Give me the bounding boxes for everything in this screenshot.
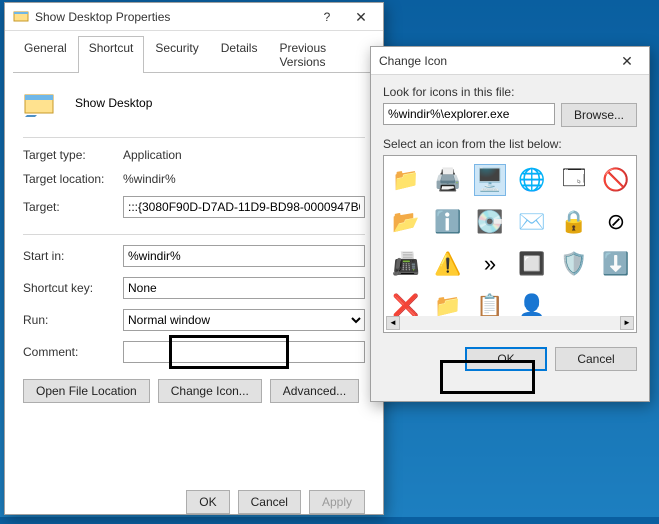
tab-details[interactable]: Details [210,36,269,73]
properties-title: Show Desktop Properties [35,10,170,24]
shortcut-key-input[interactable] [123,277,365,299]
help-icon[interactable]: ? [313,6,341,28]
close-icon[interactable]: ✕ [341,6,381,28]
ok-button[interactable]: OK [186,490,229,514]
window-grid-icon[interactable]: 🔲 [516,248,548,280]
folder-open-icon[interactable]: 📂 [390,206,422,238]
start-in-input[interactable] [123,245,365,267]
target-location-value: %windir% [123,172,176,186]
change-icon-dialog: Change Icon ✕ Look for icons in this fil… [370,46,650,402]
scroll-right-icon[interactable]: ► [620,316,634,330]
target-label: Target: [23,200,123,214]
monitor-icon[interactable]: 🖥️ [474,164,506,196]
block-icon[interactable]: ⊘ [600,206,632,238]
change-icon-button[interactable]: Change Icon... [158,379,262,403]
globe-icon[interactable]: 🌐 [516,164,548,196]
info-icon[interactable]: ℹ️ [432,206,464,238]
scroll-left-icon[interactable]: ◄ [386,316,400,330]
secure-globe-icon[interactable]: 🔒 [558,206,590,238]
run-select[interactable]: Normal window [123,309,365,331]
change-icon-titlebar[interactable]: Change Icon ✕ [371,47,649,75]
download-icon[interactable]: ⬇️ [600,248,632,280]
fax-icon[interactable]: 📠 [390,248,422,280]
shortcut-arrow-icon [13,9,29,25]
cascade-windows-icon[interactable]: 🗔 [558,164,590,196]
fast-forward-icon[interactable]: » [474,248,506,280]
drive-icon[interactable]: 💽 [474,206,506,238]
target-type-value: Application [123,148,182,162]
comment-input[interactable] [123,341,365,363]
properties-tabs: General Shortcut Security Details Previo… [13,35,375,73]
properties-titlebar[interactable]: Show Desktop Properties ? ✕ [5,3,383,31]
select-icon-label: Select an icon from the list below: [383,137,637,151]
browse-button[interactable]: Browse... [561,103,637,127]
no-entry-window-icon[interactable]: 🚫 [600,164,632,196]
app-icon [23,87,55,119]
run-label: Run: [23,313,123,327]
warning-icon[interactable]: ⚠️ [432,248,464,280]
tab-previous-versions[interactable]: Previous Versions [268,36,375,73]
target-type-label: Target type: [23,148,123,162]
icon-path-input[interactable] [383,103,555,125]
mail-icon[interactable]: ✉️ [516,206,548,238]
open-file-location-button[interactable]: Open File Location [23,379,150,403]
printer-help-icon[interactable]: 🖨️ [432,164,464,196]
icon-list[interactable]: 📁🖨️🖥️🌐🗔🚫📂ℹ️💽✉️🔒⊘📠⚠️»🔲🛡️⬇️❌📁📋👤 ◄ ► [383,155,637,333]
tab-general[interactable]: General [13,36,78,73]
advanced-button[interactable]: Advanced... [270,379,359,403]
cancel-button[interactable]: Cancel [238,490,301,514]
change-icon-ok-button[interactable]: OK [465,347,547,371]
properties-dialog: Show Desktop Properties ? ✕ General Shor… [4,2,384,515]
change-icon-title: Change Icon [379,54,447,68]
comment-label: Comment: [23,345,123,359]
start-in-label: Start in: [23,249,123,263]
tab-shortcut[interactable]: Shortcut [78,36,145,73]
tab-security[interactable]: Security [144,36,209,73]
look-for-icons-label: Look for icons in this file: [383,85,637,99]
target-input[interactable] [123,196,365,218]
apply-button[interactable]: Apply [309,490,365,514]
icon-list-scrollbar[interactable]: ◄ ► [386,316,634,330]
target-location-label: Target location: [23,172,123,186]
app-name: Show Desktop [75,96,152,110]
change-icon-cancel-button[interactable]: Cancel [555,347,637,371]
folder-icon[interactable]: 📁 [390,164,422,196]
close-icon[interactable]: ✕ [607,50,647,72]
shield-globe-icon[interactable]: 🛡️ [558,248,590,280]
shortcut-key-label: Shortcut key: [23,281,123,295]
